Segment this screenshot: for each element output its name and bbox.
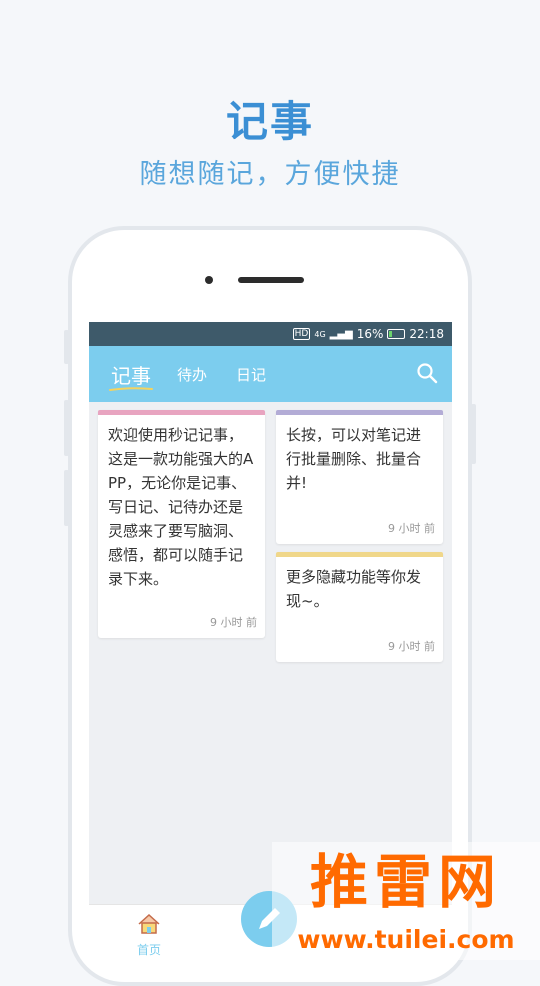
network-indicator: 4G xyxy=(314,329,326,339)
note-timestamp: 9 小时 前 xyxy=(210,616,257,629)
phone-side-button xyxy=(64,400,69,456)
nav-home-label: 首页 xyxy=(136,943,161,957)
note-text: 更多隐藏功能等你发现~。 xyxy=(286,568,422,610)
promo-subtitle: 随想随记，方便快捷 xyxy=(139,159,401,190)
clock: 22:18 xyxy=(409,327,444,341)
note-card[interactable]: 更多隐藏功能等你发现~。 9 小时 前 xyxy=(276,552,443,662)
battery-percent: 16% xyxy=(356,327,384,341)
tab-diary[interactable]: 日记 xyxy=(236,364,266,385)
phone-side-button xyxy=(64,470,69,526)
note-timestamp: 9 小时 前 xyxy=(388,522,435,535)
battery-icon xyxy=(387,329,406,339)
phone-side-button xyxy=(64,330,69,364)
search-icon[interactable] xyxy=(416,362,438,384)
note-card[interactable]: 欢迎使用秒记记事，这是一款功能强大的APP，无论你是记事、写日记、记待办还是灵感… xyxy=(98,410,265,638)
note-timestamp: 9 小时 前 xyxy=(388,640,435,653)
active-tab-indicator xyxy=(109,387,153,391)
tab-notes[interactable]: 记事 xyxy=(111,360,151,389)
note-text: 长按，可以对笔记进行批量删除、批量合并! xyxy=(286,426,422,492)
app-bar: 记事 待办 日记 xyxy=(89,346,452,402)
watermark-url: www.tuilei.com xyxy=(272,922,540,960)
status-bar: HD 4G ▂▄▆ 16% 22:18 xyxy=(89,322,452,346)
hd-icon: HD xyxy=(292,328,311,340)
home-icon xyxy=(138,913,160,934)
tab-todo[interactable]: 待办 xyxy=(177,364,207,385)
phone-power-button xyxy=(471,404,476,464)
note-card[interactable]: 长按，可以对笔记进行批量删除、批量合并! 9 小时 前 xyxy=(276,410,443,544)
promo-title: 记事 xyxy=(225,97,314,146)
signal-icon: ▂▄▆ xyxy=(329,328,353,340)
nav-home[interactable]: 首页 xyxy=(129,913,169,958)
front-camera xyxy=(205,276,213,284)
note-text: 欢迎使用秒记记事，这是一款功能强大的APP，无论你是记事、写日记、记待办还是灵感… xyxy=(108,426,254,588)
earpiece-speaker xyxy=(238,277,304,283)
watermark-brand: 推雷网 xyxy=(272,842,540,922)
